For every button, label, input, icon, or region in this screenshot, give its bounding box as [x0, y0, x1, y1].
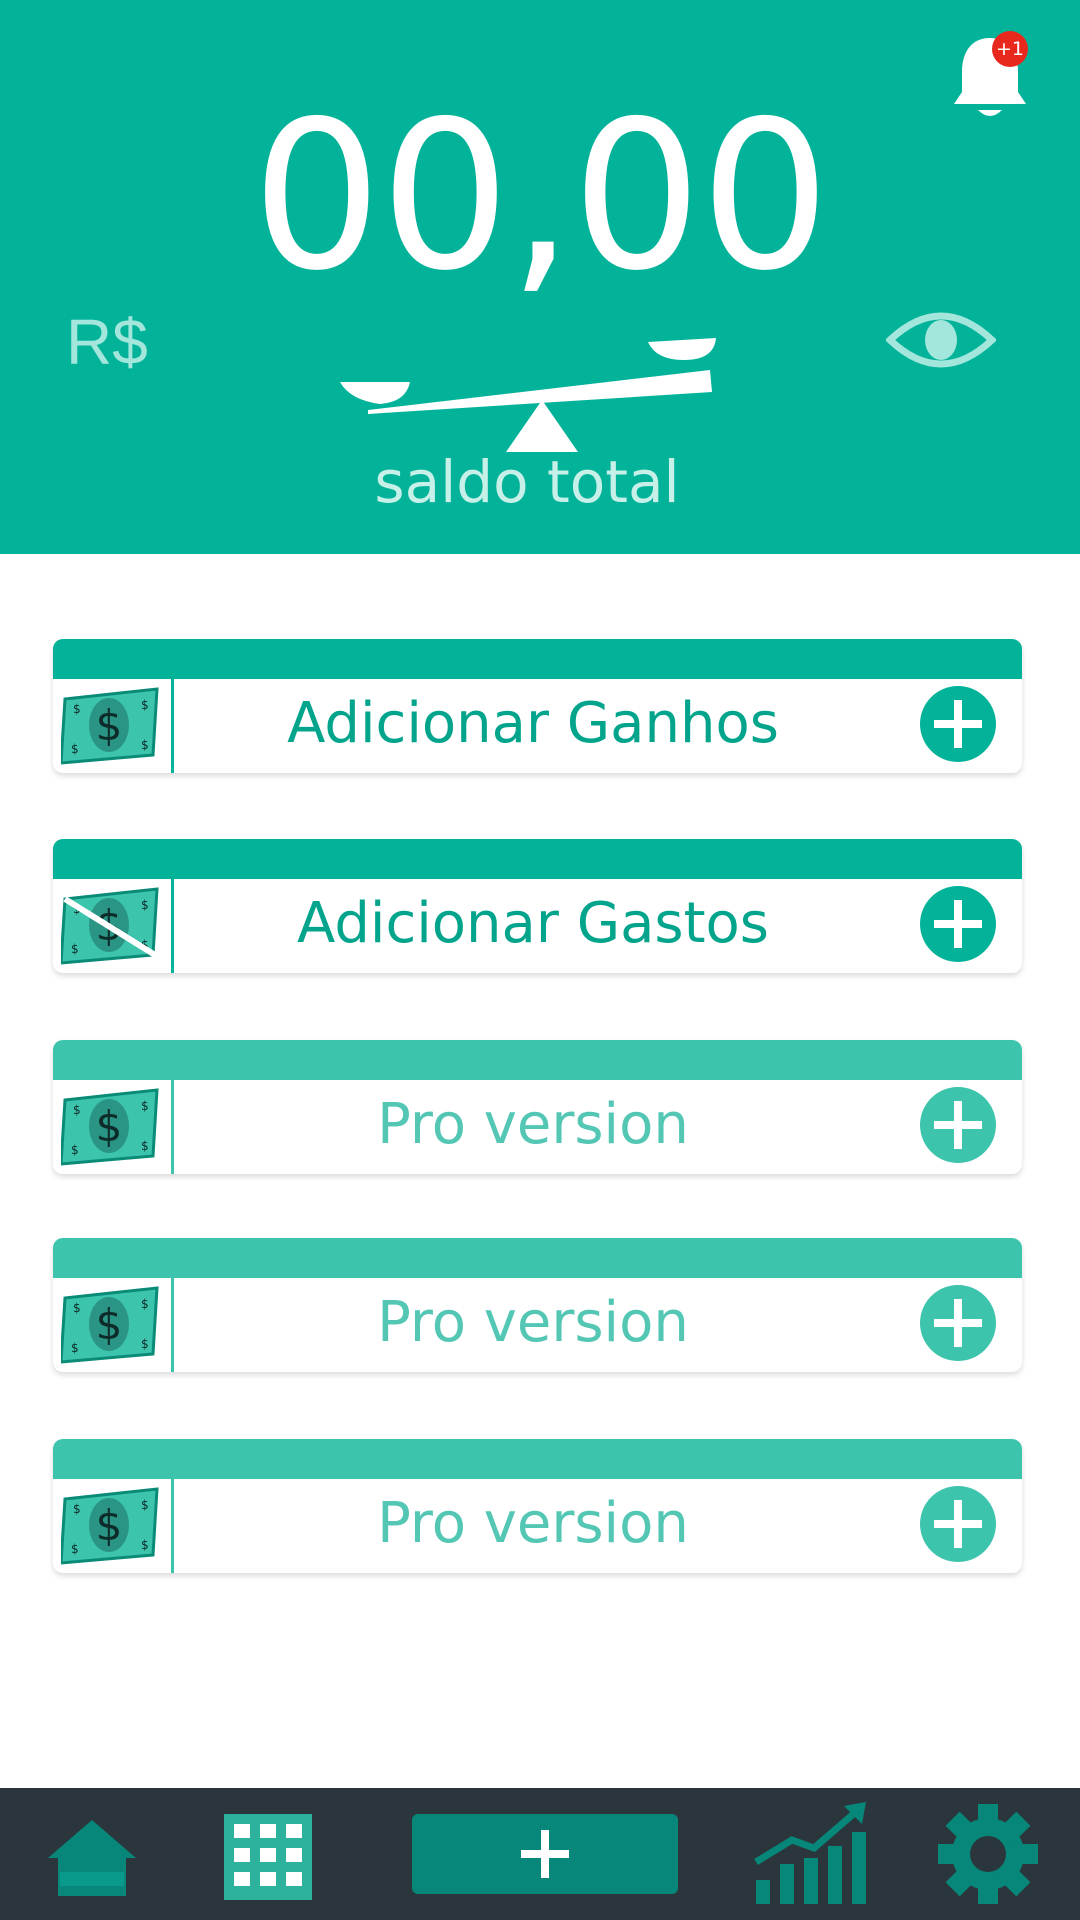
- currency-symbol: R$: [66, 306, 148, 378]
- money-icon: [61, 1483, 161, 1567]
- bottom-nav: [0, 1788, 1080, 1920]
- notification-badge: +1: [992, 31, 1028, 67]
- calendar-icon[interactable]: [224, 1814, 312, 1900]
- add-expense-label: Adicionar Gastos: [297, 891, 769, 956]
- pro-version-label: Pro version: [377, 1092, 689, 1157]
- card-divider: [171, 679, 174, 773]
- eye-icon[interactable]: [886, 300, 996, 380]
- balance-header: 00,00 R$ saldo total +1: [0, 0, 1080, 554]
- money-income-icon: [61, 683, 161, 767]
- card-divider: [171, 1439, 174, 1573]
- money-icon: [61, 1282, 161, 1366]
- card-header-band: [53, 1439, 1022, 1479]
- balance-scale-icon: [340, 338, 716, 452]
- card-header-band: [53, 839, 1022, 879]
- pro-version-card[interactable]: Pro version: [53, 1238, 1022, 1372]
- plus-icon: [521, 1830, 569, 1878]
- gear-icon[interactable]: [936, 1802, 1040, 1906]
- add-income-card[interactable]: Adicionar Ganhos: [53, 639, 1022, 773]
- add-entry-button[interactable]: [412, 1814, 678, 1894]
- pro-version-card[interactable]: Pro version: [53, 1439, 1022, 1573]
- pro-version-label: Pro version: [377, 1491, 689, 1556]
- add-income-label: Adicionar Ganhos: [287, 691, 779, 756]
- card-divider: [171, 1238, 174, 1372]
- plus-circle-icon[interactable]: [919, 1284, 997, 1362]
- money-icon: [61, 1084, 161, 1168]
- card-divider: [171, 1040, 174, 1174]
- total-balance-label: saldo total: [374, 448, 680, 516]
- card-header-band: [53, 1238, 1022, 1278]
- card-header-band: [53, 1040, 1022, 1080]
- money-expense-icon: [61, 883, 161, 967]
- card-header-band: [53, 639, 1022, 679]
- chart-icon[interactable]: [752, 1802, 870, 1906]
- card-divider: [171, 879, 174, 973]
- add-expense-card[interactable]: Adicionar Gastos: [53, 839, 1022, 973]
- pro-version-label: Pro version: [377, 1290, 689, 1355]
- plus-circle-icon[interactable]: [919, 1485, 997, 1563]
- pro-version-card[interactable]: Pro version: [53, 1040, 1022, 1174]
- balance-amount: 00,00: [251, 78, 831, 316]
- plus-circle-icon[interactable]: [919, 1086, 997, 1164]
- plus-circle-icon[interactable]: [919, 685, 997, 763]
- home-icon[interactable]: [46, 1818, 138, 1898]
- plus-circle-icon[interactable]: [919, 885, 997, 963]
